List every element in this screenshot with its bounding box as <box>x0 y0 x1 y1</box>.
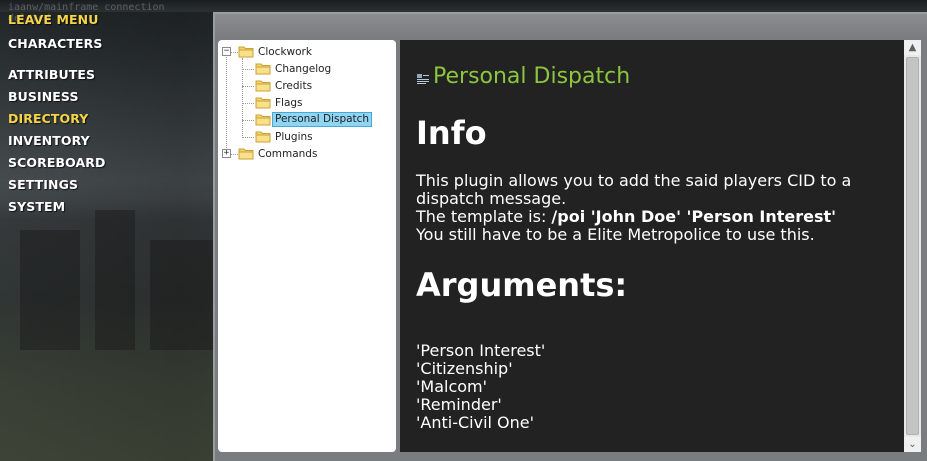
menu-item-characters[interactable]: CHARACTERS <box>8 36 102 51</box>
folder-icon <box>255 131 271 143</box>
scroll-up-button[interactable]: ▲ <box>904 40 921 55</box>
info-line: You still have to be a Elite Metropolice… <box>416 225 815 244</box>
tree-connector <box>242 120 254 121</box>
argument-item: 'Citizenship' <box>416 359 513 378</box>
folder-icon <box>255 97 271 109</box>
argument-item: 'Anti-Civil One' <box>416 413 535 432</box>
tree-connector <box>231 52 238 53</box>
folder-icon <box>255 114 271 126</box>
game-menu-screen: iaanw/mainframe connection deleted LEAVE… <box>0 0 927 461</box>
menu-item-inventory[interactable]: INVENTORY <box>8 133 90 148</box>
article-title: Personal Dispatch <box>433 64 631 89</box>
tree-connector <box>226 57 227 154</box>
tree-node-label: Commands <box>258 148 318 160</box>
folder-icon <box>255 80 271 92</box>
scroll-thumb[interactable] <box>906 57 919 435</box>
tree-node-label: Clockwork <box>258 46 312 58</box>
article-view: Personal Dispatch Info This plugin allow… <box>400 40 904 452</box>
panel-header <box>215 14 927 38</box>
menu-item-scoreboard[interactable]: SCOREBOARD <box>8 155 105 170</box>
info-template-line: The template is: /poi 'John Doe' 'Person… <box>416 208 896 226</box>
tree-node-label: Plugins <box>275 131 313 143</box>
folder-icon <box>238 148 254 160</box>
tree-connector <box>242 58 243 138</box>
scroll-down-button[interactable]: ⌄ <box>904 437 921 452</box>
info-template-prefix: The template is: <box>416 207 552 226</box>
content-scrollbar[interactable]: ▲ ⌄ <box>904 40 921 452</box>
background-scenery <box>0 180 240 461</box>
info-heading: Info <box>416 114 487 152</box>
tree-node-label: Credits <box>275 80 313 92</box>
menu-item-attributes[interactable]: ATTRIBUTES <box>8 67 95 82</box>
background-building <box>20 230 80 350</box>
menu-item-directory[interactable]: DIRECTORY <box>8 111 88 126</box>
tree-connector <box>242 69 254 70</box>
tree-connector <box>242 103 254 104</box>
argument-item: 'Malcom' <box>416 377 488 396</box>
folder-icon <box>238 46 254 58</box>
tree-node-label: Flags <box>275 97 303 109</box>
menu-item-leave-menu[interactable]: LEAVE MENU <box>8 12 98 27</box>
expand-toggle[interactable]: + <box>222 149 231 158</box>
background-building <box>150 240 220 350</box>
info-paragraph: This plugin allows you to add the said p… <box>416 172 896 244</box>
arguments-heading: Arguments: <box>416 266 628 304</box>
collapse-toggle[interactable]: − <box>222 47 231 56</box>
menu-item-business[interactable]: BUSINESS <box>8 89 79 104</box>
folder-icon <box>255 63 271 75</box>
menu-item-system[interactable]: SYSTEM <box>8 199 65 214</box>
tree-connector <box>242 86 254 87</box>
info-line: This plugin allows you to add the said p… <box>416 171 852 208</box>
background-building <box>95 210 135 350</box>
argument-item: 'Reminder' <box>416 395 502 414</box>
document-icon <box>417 74 429 84</box>
menu-item-settings[interactable]: SETTINGS <box>8 177 78 192</box>
tree-node-label: Personal Dispatch <box>272 112 373 127</box>
info-template-command: /poi 'John Doe' 'Person Interest' <box>551 207 837 226</box>
argument-item: 'Person Interest' <box>416 341 546 360</box>
directory-tree: − Clockwork Changelog Credits Flags Pers… <box>218 40 396 452</box>
tree-connector <box>242 137 254 138</box>
tree-connector <box>231 154 238 155</box>
tree-node-label: Changelog <box>275 63 332 75</box>
arguments-list: 'Person Interest' 'Citizenship' 'Malcom'… <box>416 342 545 432</box>
